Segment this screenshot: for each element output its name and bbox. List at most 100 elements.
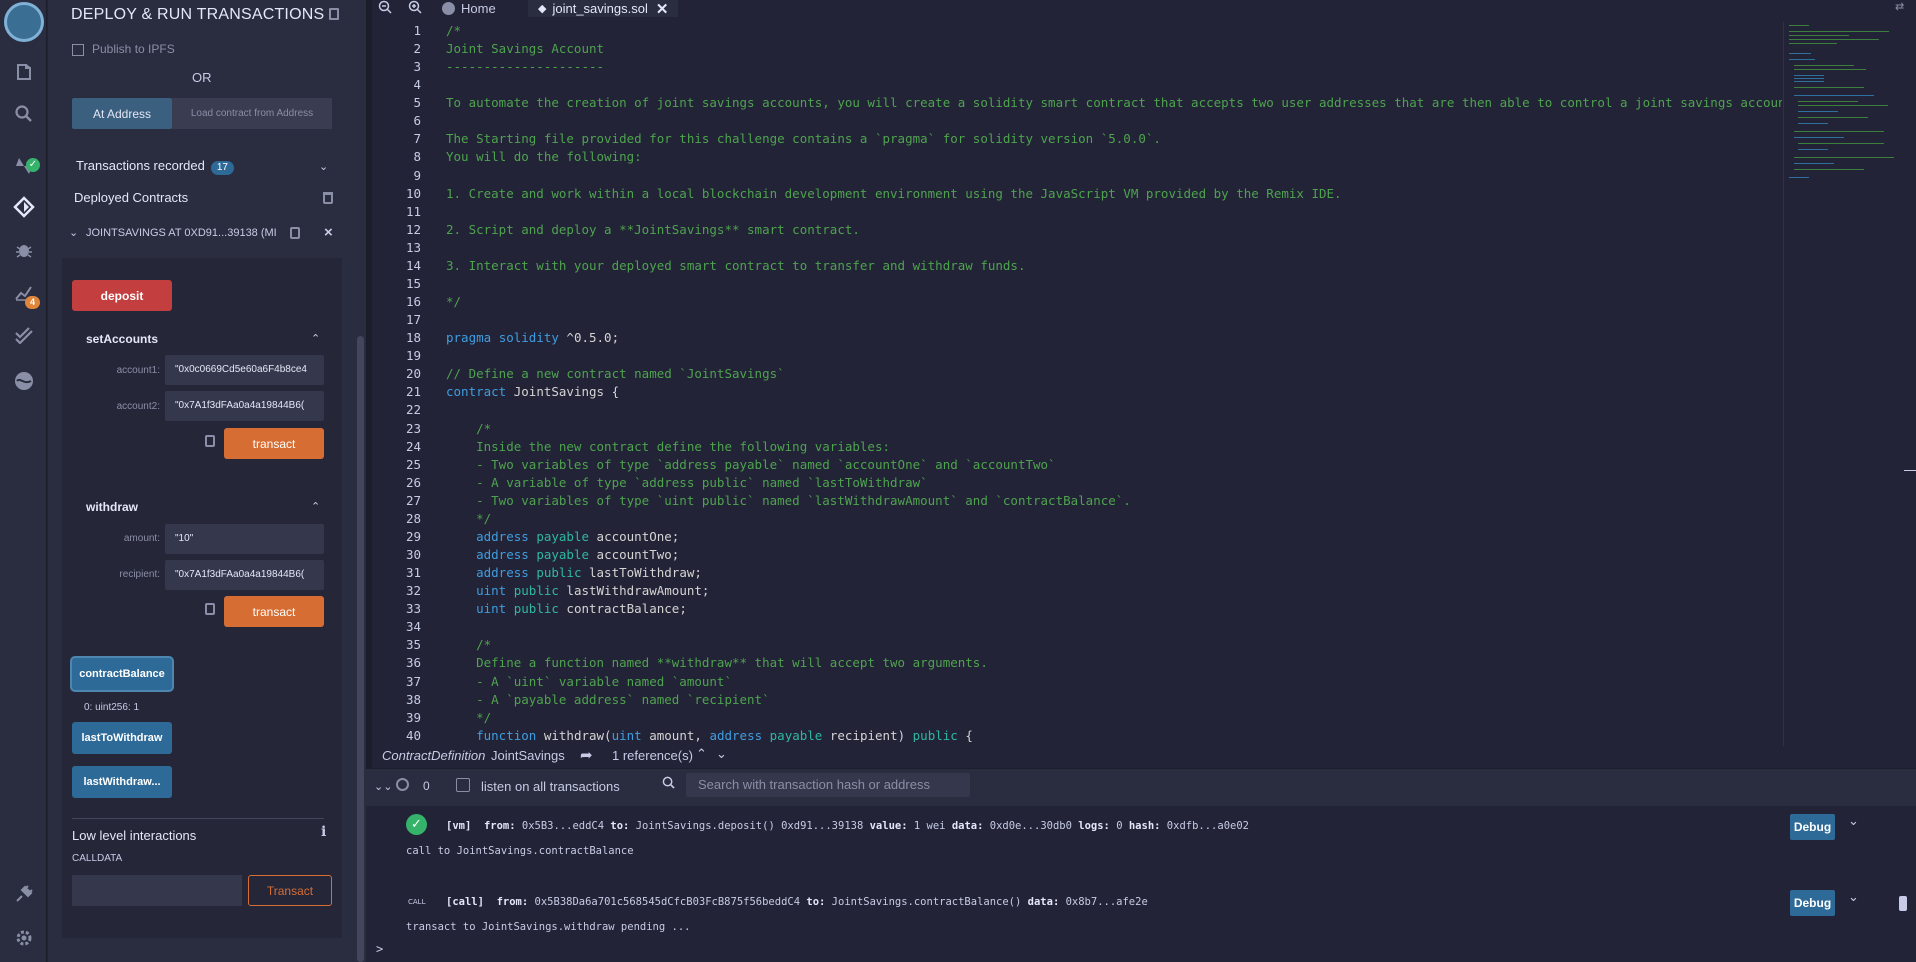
code-line[interactable]: 32 uint public lastWithdrawAmount; (372, 582, 1782, 600)
code-line[interactable]: 13 (372, 239, 1782, 257)
code-line[interactable]: 24 Inside the new contract define the fo… (372, 438, 1782, 456)
code-line[interactable]: 37 - A `uint` variable named `amount` (372, 673, 1782, 691)
panel-scrollbar-thumb[interactable] (357, 336, 364, 962)
code-line[interactable]: 21 contract JointSavings { (372, 383, 1782, 401)
debug-button[interactable]: Debug (1790, 890, 1835, 916)
code-line[interactable]: 1 /* (372, 22, 1782, 40)
copy-calldata-icon[interactable] (205, 435, 215, 447)
code-line[interactable]: 22 (372, 401, 1782, 419)
info-icon[interactable]: i (321, 824, 326, 840)
chevron-down-icon[interactable]: ⌄ (69, 226, 78, 239)
code-line[interactable]: 3 --------------------- (372, 58, 1782, 76)
editor-vertical-scrollbar[interactable] (1903, 22, 1916, 767)
code-line[interactable]: 31 address public lastToWithdraw; (372, 564, 1782, 582)
transactions-recorded-header[interactable]: Transactions recorded 17 (76, 158, 234, 175)
goto-definition-icon[interactable]: ➦ (580, 746, 593, 764)
code-line[interactable]: 27 - Two variables of type `uint public`… (372, 492, 1782, 510)
documentation-icon[interactable] (329, 8, 339, 20)
last-withdraw-amount-button[interactable]: lastWithdraw... (72, 766, 172, 798)
calldata-input[interactable] (72, 875, 242, 906)
analysis-icon[interactable] (0, 272, 47, 312)
collapse-terminal-icon[interactable]: ⌄⌄ (374, 780, 392, 793)
code-line[interactable]: 5 To automate the creation of joint savin… (372, 94, 1782, 112)
terminal-prompt[interactable]: > (376, 942, 383, 956)
account1-input[interactable]: "0x0c0669Cd5e60a6F4b8ce4 (165, 355, 324, 385)
code-line[interactable]: 2 Joint Savings Account (372, 40, 1782, 58)
code-line[interactable]: 9 (372, 167, 1782, 185)
code-line[interactable]: 36 Define a function named **withdraw** … (372, 654, 1782, 672)
debugger-icon[interactable] (0, 230, 47, 270)
settings-icon[interactable] (0, 918, 47, 958)
code-line[interactable]: 26 - A variable of type `address public`… (372, 474, 1782, 492)
close-icon[interactable]: × (324, 224, 333, 241)
at-address-button[interactable]: At Address (72, 98, 172, 129)
deploy-run-icon[interactable] (0, 187, 47, 227)
tx-log-row[interactable]: [vm] from: 0x5B3...eddC4 to: JointSaving… (446, 820, 1249, 832)
code-line[interactable]: 33 uint public contractBalance; (372, 600, 1782, 618)
code-line[interactable]: 12 2. Script and deploy a **JointSavings*… (372, 221, 1782, 239)
load-address-input[interactable]: Load contract from Address (172, 98, 332, 129)
clear-console-icon[interactable] (396, 778, 409, 791)
tab-home[interactable]: Home (442, 0, 496, 17)
codelens-references[interactable]: 1 reference(s) (612, 748, 693, 763)
tab-joint-savings[interactable]: ◆ joint_savings.sol ✕ (528, 0, 679, 18)
code-line[interactable]: 18 pragma solidity ^0.5.0; (372, 329, 1782, 347)
recipient-input[interactable]: "0x7A1f3dFAa0a4a19844B6( (165, 560, 324, 590)
chevron-up-icon[interactable]: ⌃ (311, 500, 320, 513)
close-tab-icon[interactable]: ✕ (656, 0, 669, 18)
chevron-up-icon[interactable]: ⌃ (696, 746, 707, 762)
code-line[interactable]: 40 function withdraw(uint amount, addres… (372, 727, 1782, 742)
debug-button[interactable]: Debug (1790, 814, 1835, 840)
publish-checkbox[interactable] (72, 43, 84, 56)
terminal-scrollbar[interactable] (1899, 896, 1907, 911)
deposit-button[interactable]: deposit (72, 280, 172, 311)
remix-logo-icon[interactable] (4, 2, 44, 42)
last-to-withdraw-button[interactable]: lastToWithdraw (72, 722, 172, 754)
code-line[interactable]: 23 /* (372, 420, 1782, 438)
trash-icon[interactable] (323, 192, 333, 204)
chevron-down-icon[interactable]: ⌄ (716, 746, 727, 762)
plugin-manager-icon[interactable] (0, 874, 47, 914)
code-line[interactable]: 34 (372, 618, 1782, 636)
editor-minimap[interactable] (1783, 22, 1903, 767)
code-line[interactable]: 10 1. Create and work within a local bloc… (372, 185, 1782, 203)
code-line[interactable]: 30 address payable accountTwo; (372, 546, 1782, 564)
code-line[interactable]: 4 (372, 76, 1782, 94)
chevron-down-icon[interactable]: ⌄ (319, 160, 328, 173)
chevron-up-icon[interactable]: ⌃ (311, 332, 320, 345)
code-line[interactable]: 39 */ (372, 709, 1782, 727)
chevron-down-icon[interactable]: ⌄ (1848, 814, 1859, 829)
chevron-down-icon[interactable]: ⌄ (1848, 890, 1859, 905)
copy-icon[interactable] (290, 227, 300, 239)
code-editor[interactable]: 1 /* 2 Joint Savings Account 3 --------------… (372, 22, 1782, 742)
file-explorer-icon[interactable] (0, 52, 47, 92)
unit-testing-icon[interactable] (0, 314, 47, 354)
code-line[interactable]: 20 // Define a new contract named `JointS… (372, 365, 1782, 383)
listen-checkbox[interactable] (456, 778, 470, 792)
code-line[interactable]: 29 address payable accountOne; (372, 528, 1782, 546)
call-log-row[interactable]: [call] from: 0x5B38Da6a701c568545dCfcB03… (446, 896, 1148, 908)
publish-ipfs-option[interactable]: Publish to IPFS (72, 42, 175, 56)
code-line[interactable]: 6 (372, 112, 1782, 130)
code-line[interactable]: 11 (372, 203, 1782, 221)
low-level-transact-button[interactable]: Transact (248, 875, 332, 906)
code-line[interactable]: 25 - Two variables of type `address paya… (372, 456, 1782, 474)
code-line[interactable]: 16 */ (372, 293, 1782, 311)
code-line[interactable]: 14 3. Interact with your deployed smart c… (372, 257, 1782, 275)
code-line[interactable]: 19 (372, 347, 1782, 365)
code-line[interactable]: 38 - A `payable address` named `recipien… (372, 691, 1782, 709)
code-line[interactable]: 28 */ (372, 510, 1782, 528)
search-icon[interactable] (0, 94, 47, 134)
code-line[interactable]: 8 You will do the following: (372, 148, 1782, 166)
withdraw-transact-button[interactable]: transact (224, 596, 324, 627)
account2-input[interactable]: "0x7A1f3dFAa0a4a19844B6( (165, 391, 324, 421)
expand-arrows-icon[interactable]: ⇄ (1895, 0, 1904, 13)
code-line[interactable]: 7 The Starting file provided for this cha… (372, 130, 1782, 148)
code-line[interactable]: 35 /* (372, 636, 1782, 654)
terminal-search-input[interactable]: Search with transaction hash or address (686, 773, 970, 797)
solidity-compiler-icon[interactable] (0, 146, 47, 186)
copy-calldata-icon[interactable] (205, 603, 215, 615)
code-line[interactable]: 17 (372, 311, 1782, 329)
set-accounts-transact-button[interactable]: transact (224, 428, 324, 459)
zoom-in-icon[interactable] (408, 0, 422, 17)
